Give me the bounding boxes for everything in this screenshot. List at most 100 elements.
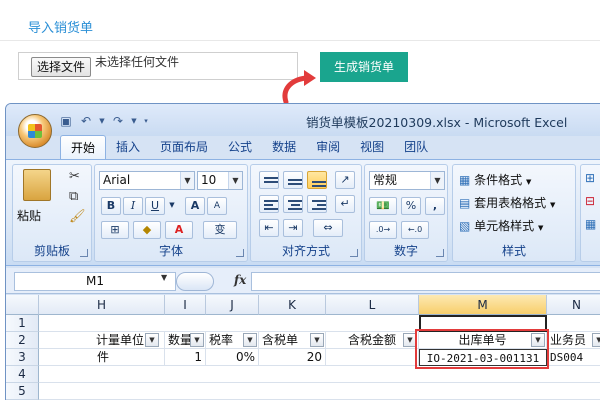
select-all-corner[interactable]: [6, 295, 39, 315]
filter-dropdown-icon[interactable]: ▼: [243, 333, 257, 347]
phonetic-button[interactable]: 变: [203, 221, 237, 239]
conditional-format-button[interactable]: ▦ 条件格式 ▼: [459, 171, 531, 188]
cell-styles-button[interactable]: ▧ 单元格样式 ▼: [459, 217, 543, 234]
data-cell[interactable]: 0%: [206, 349, 259, 366]
table-row[interactable]: [39, 383, 600, 400]
formula-input[interactable]: [251, 272, 600, 291]
table-row[interactable]: [39, 366, 600, 383]
format-cells-icon[interactable]: ▦: [585, 217, 596, 231]
number-launcher-icon[interactable]: [436, 249, 444, 257]
shrink-font-button[interactable]: A: [207, 197, 227, 215]
copy-icon[interactable]: ⧉: [69, 189, 78, 204]
borders-icon[interactable]: ⊞: [101, 221, 129, 239]
column-header-k[interactable]: K: [259, 295, 326, 315]
data-cell[interactable]: 件: [39, 349, 165, 366]
row-header-3[interactable]: 3: [6, 349, 39, 366]
column-header-h[interactable]: H: [39, 295, 165, 315]
filter-dropdown-icon[interactable]: ▼: [310, 333, 324, 347]
orientation-icon[interactable]: ↗: [335, 171, 355, 189]
data-cell[interactable]: IO-2021-03-001131: [419, 349, 547, 366]
clipboard-launcher-icon[interactable]: [80, 249, 88, 257]
italic-button[interactable]: I: [123, 197, 143, 215]
align-left-icon[interactable]: [259, 195, 279, 213]
generate-sales-order-button[interactable]: 生成销货单: [320, 52, 408, 82]
chevron-down-icon[interactable]: ▼: [180, 172, 194, 189]
decrease-indent-icon[interactable]: ⇤: [259, 219, 279, 237]
currency-icon[interactable]: 💵: [369, 197, 397, 215]
tab-page-layout[interactable]: 页面布局: [150, 135, 218, 159]
align-right-icon[interactable]: [307, 195, 327, 213]
tab-home[interactable]: 开始: [60, 135, 107, 159]
align-center-icon[interactable]: [283, 195, 303, 213]
delete-cells-icon[interactable]: ⊟: [585, 194, 595, 208]
data-cell[interactable]: [326, 349, 419, 366]
tab-view[interactable]: 视图: [350, 135, 394, 159]
filter-dropdown-icon[interactable]: ▼: [403, 333, 417, 347]
align-bottom-icon[interactable]: [307, 171, 327, 189]
alignment-launcher-icon[interactable]: [350, 249, 358, 257]
increase-indent-icon[interactable]: ⇥: [283, 219, 303, 237]
row-header-1[interactable]: 1: [6, 315, 39, 332]
cut-icon[interactable]: ✂: [69, 169, 80, 184]
column-header-m[interactable]: M: [419, 295, 547, 315]
tab-team[interactable]: 团队: [394, 135, 438, 159]
row-header-4[interactable]: 4: [6, 366, 39, 383]
underline-button[interactable]: U: [145, 197, 165, 215]
header-cell[interactable]: 出库单号: [419, 332, 547, 349]
customize-qat-icon[interactable]: ▾: [142, 113, 150, 129]
percent-button[interactable]: %: [401, 197, 421, 215]
chevron-down-icon[interactable]: ▼: [430, 172, 444, 189]
page-title[interactable]: 导入销货单: [28, 17, 93, 36]
office-button[interactable]: [18, 114, 52, 148]
font-launcher-icon[interactable]: [236, 249, 244, 257]
undo-dropdown-icon[interactable]: ▼: [98, 113, 106, 129]
paste-label[interactable]: 粘贴: [17, 207, 41, 224]
row-header-5[interactable]: 5: [6, 383, 39, 400]
format-painter-icon[interactable]: 🖌: [69, 209, 86, 224]
data-cell[interactable]: 20: [259, 349, 326, 366]
tab-data[interactable]: 数据: [262, 135, 306, 159]
save-icon[interactable]: ▣: [58, 113, 74, 129]
font-color-icon[interactable]: A: [165, 221, 193, 239]
underline-dropdown-icon[interactable]: ▼: [167, 197, 177, 215]
merge-center-icon[interactable]: ⇔: [313, 219, 343, 237]
font-name-combo[interactable]: Arial ▼: [99, 171, 195, 190]
filter-dropdown-icon[interactable]: ▼: [592, 333, 600, 347]
number-format-combo[interactable]: 常规 ▼: [369, 171, 445, 190]
font-size-combo[interactable]: 10 ▼: [197, 171, 243, 190]
data-cell[interactable]: DS004: [547, 349, 600, 366]
undo-icon[interactable]: ↶: [78, 113, 94, 129]
bold-button[interactable]: B: [101, 197, 121, 215]
chevron-down-icon[interactable]: ▼: [228, 172, 242, 189]
fill-color-icon[interactable]: ◆: [133, 221, 161, 239]
filter-dropdown-icon[interactable]: ▼: [531, 333, 545, 347]
filter-dropdown-icon[interactable]: ▼: [190, 333, 204, 347]
align-middle-icon[interactable]: [283, 171, 303, 189]
column-header-n[interactable]: N: [547, 295, 600, 315]
tab-insert[interactable]: 插入: [106, 135, 150, 159]
insert-function-icon[interactable]: fx: [234, 273, 246, 287]
data-cell[interactable]: 1: [165, 349, 206, 366]
column-header-j[interactable]: J: [206, 295, 259, 315]
paste-icon[interactable]: [23, 169, 51, 201]
tab-formulas[interactable]: 公式: [218, 135, 262, 159]
tab-review[interactable]: 审阅: [306, 135, 350, 159]
choose-file-button[interactable]: 选择文件: [31, 57, 91, 77]
decrease-decimal-icon[interactable]: ←.0: [401, 221, 429, 239]
redo-dropdown-icon[interactable]: ▼: [130, 113, 138, 129]
comma-button[interactable]: ,: [425, 197, 445, 215]
name-box[interactable]: M1: [14, 272, 176, 291]
align-top-icon[interactable]: [259, 171, 279, 189]
filter-dropdown-icon[interactable]: ▼: [145, 333, 159, 347]
column-header-l[interactable]: L: [326, 295, 419, 315]
grow-font-button[interactable]: A: [185, 197, 205, 215]
format-as-table-button[interactable]: ▤ 套用表格格式 ▼: [459, 194, 555, 211]
redo-icon[interactable]: ↷: [110, 113, 126, 129]
wrap-text-icon[interactable]: ↵: [335, 195, 355, 213]
chevron-down-icon[interactable]: ▼: [161, 273, 167, 282]
insert-cells-icon[interactable]: ⊞: [585, 171, 595, 185]
column-header-i[interactable]: I: [165, 295, 206, 315]
increase-decimal-icon[interactable]: .0→: [369, 221, 397, 239]
selected-cell-m1[interactable]: [419, 315, 547, 332]
row-header-2[interactable]: 2: [6, 332, 39, 349]
